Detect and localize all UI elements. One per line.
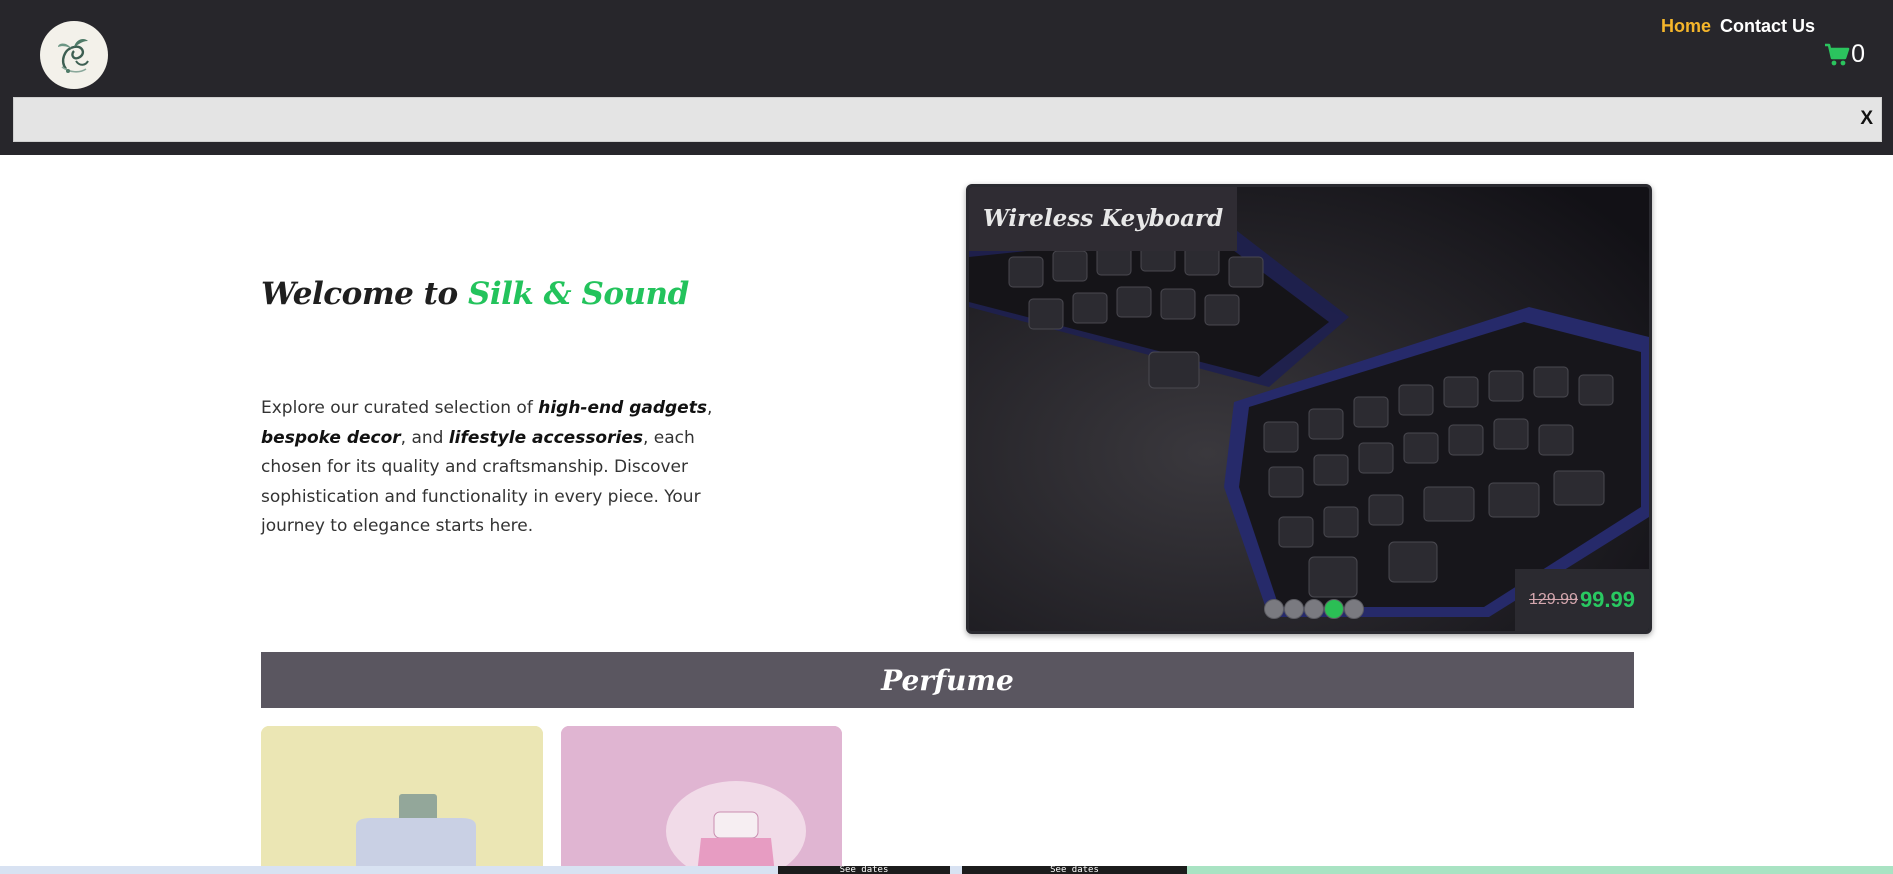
- product-card[interactable]: [561, 726, 842, 874]
- intro-highlight: lifestyle accessories: [448, 427, 643, 448]
- intro-text-part: , and: [400, 427, 449, 448]
- brand-name: Silk & Sound: [467, 276, 689, 312]
- carousel-dot[interactable]: [1344, 599, 1364, 619]
- category-header-perfume: Perfume: [261, 652, 1634, 708]
- nav-contact-link[interactable]: Contact Us: [1720, 16, 1815, 37]
- strip-segment: [1187, 866, 1893, 874]
- carousel-price-box: 129.99 99.99: [1515, 569, 1649, 631]
- banner-close-button[interactable]: X: [1860, 108, 1873, 130]
- carousel-dot[interactable]: [1264, 599, 1284, 619]
- cart-button[interactable]: 0: [1824, 40, 1865, 69]
- see-dates-button[interactable]: See dates: [778, 866, 950, 874]
- perfume-bottle-image: [561, 726, 842, 874]
- old-price: 129.99: [1529, 591, 1578, 608]
- carousel-dots: [1264, 599, 1364, 619]
- intro-highlight: bespoke decor: [261, 427, 401, 448]
- bottom-strip: See dates See dates: [0, 866, 1893, 874]
- keyboard-photo: [969, 187, 1649, 631]
- hero-welcome-heading: Welcome to Silk & Sound: [261, 276, 689, 312]
- intro-text-part: ,: [706, 398, 713, 418]
- silk-sound-logo-icon: [47, 28, 101, 82]
- carousel-dot[interactable]: [1304, 599, 1324, 619]
- see-dates-button[interactable]: See dates: [962, 866, 1187, 874]
- site-header: Home Contact Us 0 X: [0, 0, 1893, 155]
- site-logo[interactable]: [40, 21, 108, 89]
- hero-intro-text: Explore our curated selection of high-en…: [261, 394, 721, 542]
- intro-highlight: high-end gadgets: [538, 398, 707, 418]
- cart-count: 0: [1851, 40, 1865, 68]
- product-card[interactable]: [261, 726, 543, 874]
- sale-price: 99.99: [1579, 587, 1635, 612]
- carousel-dot[interactable]: [1324, 599, 1344, 619]
- intro-text-part: Explore our curated selection of: [261, 398, 539, 418]
- perfume-bottle-image: [261, 726, 543, 874]
- welcome-prefix: Welcome to: [261, 276, 468, 312]
- main-nav: Home Contact Us: [1661, 16, 1815, 37]
- carousel-slide-title: Wireless Keyboard: [969, 187, 1238, 251]
- carousel-dot[interactable]: [1284, 599, 1304, 619]
- nav-home-link[interactable]: Home: [1661, 16, 1711, 37]
- cart-icon: [1825, 43, 1850, 65]
- notification-banner: X: [13, 97, 1882, 142]
- product-carousel[interactable]: Wireless Keyboard 129.99 99.99: [966, 184, 1652, 634]
- category-title: Perfume: [881, 663, 1014, 697]
